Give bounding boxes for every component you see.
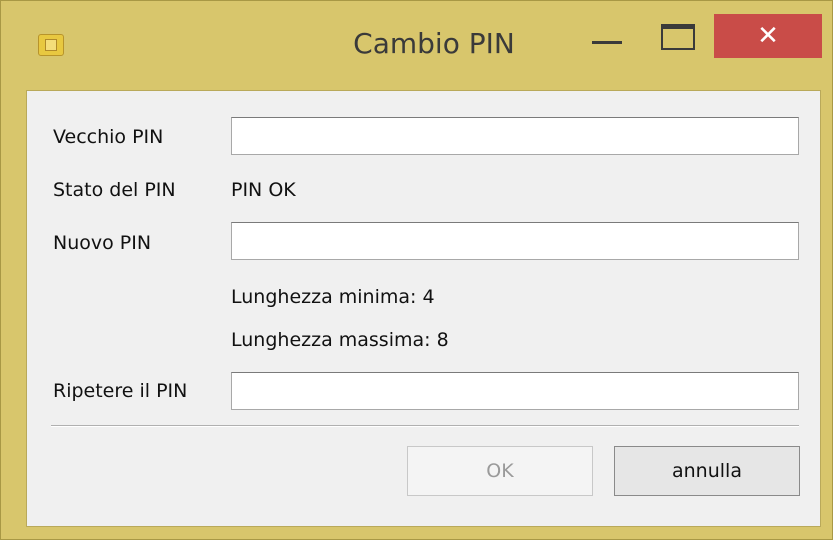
repeat-pin-field[interactable] — [231, 372, 799, 410]
min-length-text: Lunghezza minima: 4 — [231, 286, 435, 308]
cancel-button[interactable]: annulla — [614, 446, 800, 496]
separator — [51, 425, 799, 427]
title-bar[interactable]: Cambio PIN ✕ — [1, 1, 833, 91]
pin-status-label: Stato del PIN — [53, 179, 176, 201]
close-button[interactable]: ✕ — [714, 14, 822, 58]
old-pin-input[interactable] — [232, 118, 798, 154]
window-title: Cambio PIN — [353, 27, 515, 60]
new-pin-label: Nuovo PIN — [53, 232, 152, 254]
dialog-body: Vecchio PIN Stato del PIN PIN OK Nuovo P… — [26, 90, 821, 527]
new-pin-input[interactable] — [232, 223, 798, 259]
maximize-icon[interactable] — [661, 24, 695, 50]
close-icon: ✕ — [757, 21, 779, 51]
minimize-icon[interactable] — [592, 41, 622, 44]
change-pin-dialog: Cambio PIN ✕ Vecchio PIN Stato del PIN P… — [0, 0, 833, 540]
pin-status-value: PIN OK — [231, 179, 296, 201]
old-pin-label: Vecchio PIN — [53, 126, 164, 148]
old-pin-field[interactable] — [231, 117, 799, 155]
ok-button[interactable]: OK — [407, 446, 593, 496]
max-length-text: Lunghezza massima: 8 — [231, 329, 449, 351]
new-pin-field[interactable] — [231, 222, 799, 260]
repeat-pin-input[interactable] — [232, 373, 798, 409]
repeat-pin-label: Ripetere il PIN — [53, 380, 188, 402]
